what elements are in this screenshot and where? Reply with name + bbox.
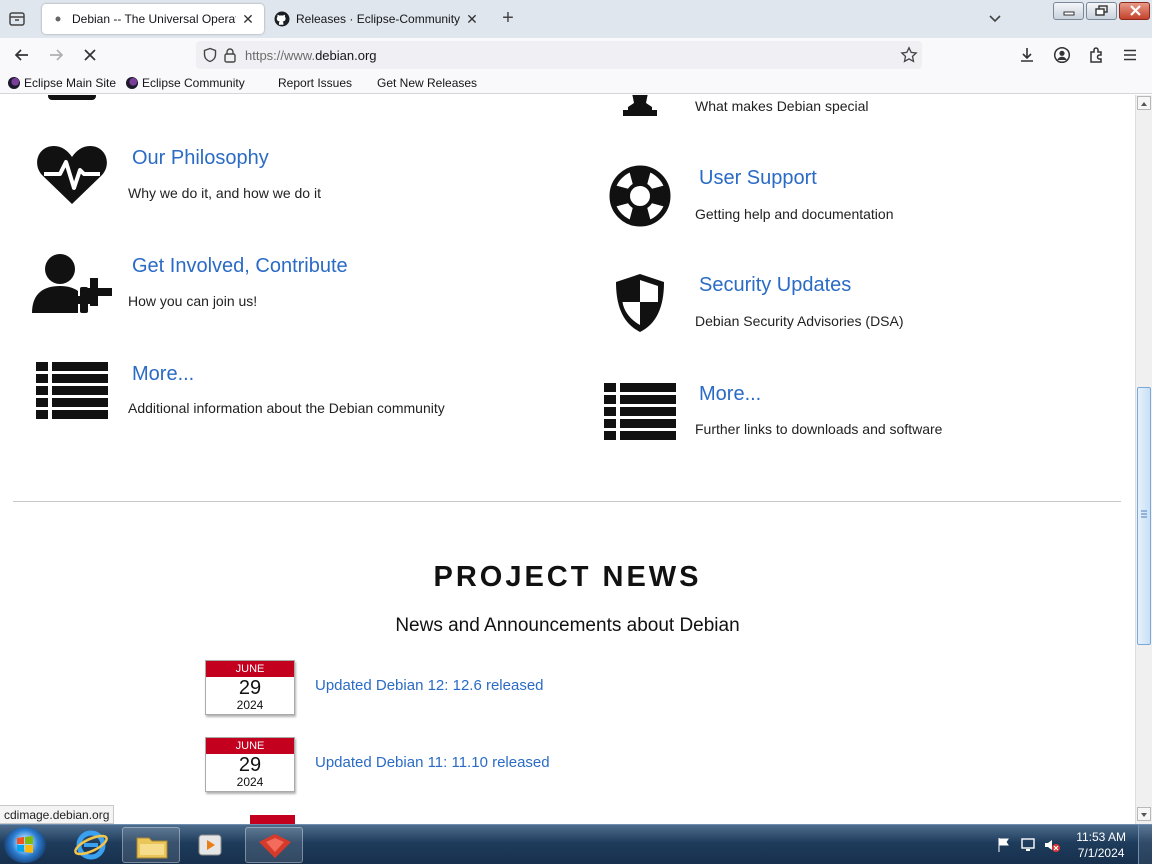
app-red-icon[interactable] (245, 827, 303, 863)
tab-title: Releases · Eclipse-Community/ (296, 12, 460, 26)
action-center-flag-icon[interactable] (996, 837, 1012, 853)
new-tab-button[interactable]: + (498, 8, 518, 30)
scroll-up-arrow-icon[interactable] (1137, 96, 1151, 110)
show-desktop-button[interactable] (1138, 825, 1152, 864)
clock-date: 7/1/2024 (1077, 846, 1125, 860)
tab-debian[interactable]: Debian -- The Universal Operati ✕ (42, 4, 264, 34)
network-icon[interactable] (1020, 837, 1036, 853)
calendar-year: 2024 (236, 698, 264, 712)
bookmark-report-issues[interactable]: Report Issues (278, 75, 352, 91)
volume-muted-icon[interactable] (1044, 837, 1060, 853)
bookmark-star-icon[interactable] (900, 46, 918, 69)
clock-time: 11:53 AM (1076, 830, 1126, 844)
tab-releases[interactable]: Releases · Eclipse-Community/ ✕ (266, 4, 488, 34)
tab-title: Debian -- The Universal Operati (72, 12, 236, 26)
news-date-calendar: JUNE 29 2024 (205, 737, 295, 792)
eclipse-logo-icon (126, 77, 138, 89)
calendar-month: JUNE (206, 738, 294, 754)
calendar-year: 2024 (236, 775, 264, 789)
scrollbar-thumb[interactable] (1137, 387, 1151, 645)
feature-description: Additional information about the Debian … (128, 400, 445, 416)
tracking-protection-shield-icon[interactable] (202, 47, 218, 68)
lock-icon[interactable] (223, 47, 237, 68)
feature-description: Why we do it, and how we do it (128, 185, 321, 201)
bookmark-label: Report Issues (278, 76, 353, 90)
close-tab-icon[interactable]: ✕ (240, 11, 256, 28)
bookmark-get-new-releases[interactable]: Get New Releases (377, 75, 477, 91)
eclipse-logo-icon (8, 77, 20, 89)
project-news-heading: PROJECT NEWS (433, 561, 702, 593)
news-link[interactable]: Updated Debian 11: 11.10 released (315, 754, 550, 771)
restore-button[interactable] (1086, 2, 1117, 20)
account-icon[interactable] (1050, 43, 1074, 67)
partial-icon (48, 95, 96, 107)
calendar-day: 29 (238, 677, 262, 699)
bookmark-label: Eclipse Main Site (24, 76, 117, 90)
github-icon (274, 11, 290, 27)
bookmark-label: Get New Releases (377, 76, 478, 90)
windows-taskbar: 11:53 AM 7/1/2024 (0, 824, 1152, 864)
link-more-community[interactable]: More... (132, 363, 194, 386)
heartbeat-icon (36, 144, 108, 211)
extensions-icon[interactable] (1085, 43, 1109, 67)
feature-description: How you can join us! (128, 293, 258, 309)
feature-description: Getting help and documentation (695, 206, 894, 222)
link-security-updates[interactable]: Security Updates (699, 274, 851, 297)
firefox-view-icon[interactable] (6, 9, 28, 29)
user-plus-icon (32, 253, 112, 320)
close-window-button[interactable] (1119, 2, 1150, 20)
system-clock[interactable]: 11:53 AM 7/1/2024 (1076, 829, 1126, 861)
tab-bar: Debian -- The Universal Operati ✕ Releas… (0, 0, 1152, 38)
link-our-philosophy[interactable]: Our Philosophy (132, 147, 269, 170)
calendar-day: 29 (238, 754, 262, 776)
feature-description: What makes Debian special (695, 98, 869, 114)
bookmark-label: Eclipse Community (142, 76, 245, 90)
navigation-toolbar: https://www.debian.org (0, 38, 1152, 72)
project-news-subheading: News and Announcements about Debian (395, 615, 740, 636)
shield-icon (614, 272, 666, 339)
list-all-tabs-icon[interactable] (986, 10, 1004, 28)
start-button[interactable] (4, 827, 46, 863)
chess-icon (622, 95, 658, 124)
lifebuoy-icon (609, 165, 671, 232)
vertical-scrollbar[interactable] (1135, 95, 1152, 824)
internet-explorer-icon[interactable] (62, 827, 120, 863)
status-link-preview: cdimage.debian.org (0, 805, 115, 824)
section-divider (13, 501, 1121, 502)
feature-description: Debian Security Advisories (DSA) (695, 313, 904, 329)
url-text[interactable]: https://www.debian.org (245, 48, 377, 63)
media-player-icon[interactable] (182, 827, 240, 863)
link-user-support[interactable]: User Support (699, 167, 817, 190)
minimize-button[interactable] (1053, 2, 1084, 20)
scroll-down-arrow-icon[interactable] (1137, 807, 1151, 821)
close-tab-icon[interactable]: ✕ (464, 11, 480, 28)
back-arrow-icon[interactable] (10, 43, 34, 67)
list-icon (36, 361, 108, 424)
bookmark-eclipse-community[interactable]: Eclipse Community (126, 75, 245, 91)
list-icon (604, 382, 676, 445)
news-date-calendar: JUNE 29 2024 (205, 660, 295, 715)
stop-loading-icon[interactable] (78, 43, 102, 67)
bookmarks-toolbar: Eclipse Main Site Eclipse Community Repo… (0, 72, 1152, 94)
hamburger-menu-icon[interactable] (1118, 43, 1142, 67)
downloads-icon[interactable] (1015, 43, 1039, 67)
news-date-calendar-partial (250, 815, 295, 824)
link-more-downloads[interactable]: More... (699, 383, 761, 406)
file-explorer-icon[interactable] (122, 827, 180, 863)
forward-arrow-icon[interactable] (44, 43, 68, 67)
feature-description: Further links to downloads and software (695, 421, 943, 437)
calendar-month: JUNE (206, 661, 294, 677)
loading-dot-icon (50, 11, 66, 27)
page-content: Our Philosophy Why we do it, and how we … (0, 95, 1135, 824)
link-get-involved[interactable]: Get Involved, Contribute (132, 255, 348, 278)
url-bar[interactable]: https://www.debian.org (196, 41, 922, 69)
news-link[interactable]: Updated Debian 12: 12.6 released (315, 677, 544, 694)
bookmark-eclipse-main-site[interactable]: Eclipse Main Site (8, 75, 116, 91)
